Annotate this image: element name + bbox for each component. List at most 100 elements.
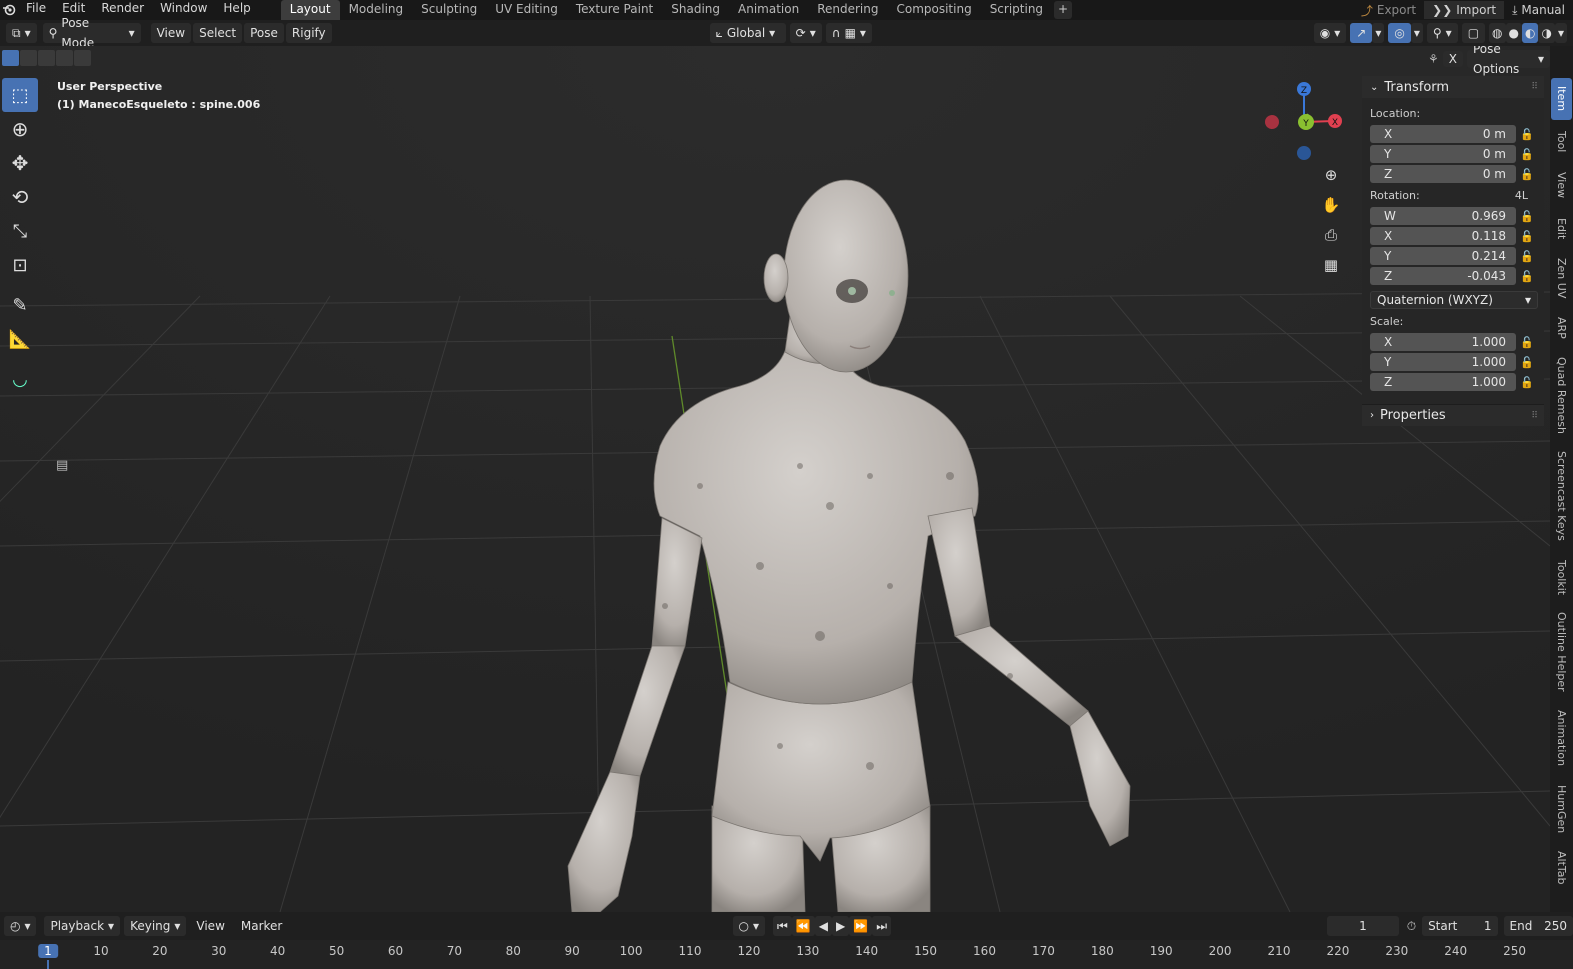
location-z-field[interactable]: Z0 m: [1370, 165, 1516, 183]
lock-icon[interactable]: 🔓: [1516, 210, 1538, 223]
transform-header[interactable]: ⌄ Transform ⠿: [1362, 76, 1544, 98]
tab-quad-remesh[interactable]: Quad Remesh: [1551, 352, 1572, 438]
lock-icon[interactable]: 🔓: [1516, 148, 1538, 161]
mode-selector[interactable]: ⚲ Pose Mode ▾: [42, 16, 141, 50]
tab-sculpting[interactable]: Sculpting: [412, 0, 486, 20]
select-invert-icon[interactable]: [56, 50, 73, 66]
tab-compositing[interactable]: Compositing: [887, 0, 980, 20]
select-box-tool[interactable]: ⬚: [2, 78, 38, 112]
xray-toggle[interactable]: ▢: [1461, 23, 1486, 43]
rotation-z-field[interactable]: Z -0.043: [1370, 267, 1516, 285]
tab-screencast-keys[interactable]: Screencast Keys: [1551, 444, 1572, 548]
shading-rendered[interactable]: ◑: [1538, 23, 1555, 43]
location-x-field[interactable]: X0 m: [1370, 125, 1516, 143]
lock-icon[interactable]: 🔓: [1516, 250, 1538, 263]
menu-marker[interactable]: Marker: [235, 916, 288, 936]
tab-modeling[interactable]: Modeling: [340, 0, 413, 20]
menu-playback[interactable]: Playback ▾: [44, 916, 121, 936]
auto-keying-toggle[interactable]: ○ ▾: [732, 916, 766, 936]
shading-solid[interactable]: ●: [1505, 23, 1522, 43]
frame-ruler[interactable]: 1 10 20 30 40 50 60 70 80 90 100 110 120 130 140 150 160…: [0, 940, 1573, 969]
tab-uv-editing[interactable]: UV Editing: [486, 0, 567, 20]
overlays-toggle[interactable]: ◎: [1388, 23, 1411, 43]
shading-material[interactable]: ◐: [1522, 23, 1539, 43]
camera-icon[interactable]: ⎙: [1320, 226, 1342, 248]
tab-zen-uv[interactable]: Zen UV: [1551, 252, 1572, 304]
lock-icon[interactable]: 🔓: [1516, 376, 1538, 389]
scale-tool[interactable]: ⤡: [2, 214, 38, 248]
menu-view[interactable]: View: [150, 23, 192, 43]
properties-header[interactable]: › Properties ⠿: [1362, 404, 1544, 426]
start-frame-field[interactable]: Start 1: [1422, 916, 1498, 936]
add-workspace-icon[interactable]: +: [1054, 1, 1073, 19]
editor-type-button[interactable]: ⧉ ▾: [6, 23, 37, 43]
manual-button[interactable]: ⤓ Manual: [1504, 3, 1573, 18]
tab-view[interactable]: View: [1551, 166, 1572, 204]
drag-handle-icon[interactable]: ⠿: [1531, 82, 1538, 92]
tab-animation-side[interactable]: Animation: [1551, 702, 1572, 774]
tab-arp[interactable]: ARP: [1551, 310, 1572, 346]
rotation-y-field[interactable]: Y 0.214: [1370, 247, 1516, 265]
tab-edit[interactable]: Edit: [1551, 210, 1572, 248]
tab-humgen[interactable]: HumGen: [1551, 780, 1572, 838]
rotation-mode-dropdown[interactable]: Quaternion (WXYZ) ▾: [1370, 291, 1538, 309]
gizmo-toggle[interactable]: ↗: [1350, 23, 1373, 43]
lock-icon[interactable]: 🔓: [1516, 168, 1538, 181]
blender-logo-icon[interactable]: [0, 4, 18, 16]
select-subtract-icon[interactable]: [38, 50, 55, 66]
current-frame-marker[interactable]: 1: [38, 944, 58, 958]
measure-tool[interactable]: 📐: [2, 322, 38, 356]
bone-tool[interactable]: ◡: [2, 362, 38, 396]
tab-animation[interactable]: Animation: [729, 0, 808, 20]
lock-icon[interactable]: 🔓: [1516, 230, 1538, 243]
select-intersect-icon[interactable]: [74, 50, 91, 66]
timeline-editor-type[interactable]: ◴ ▾: [3, 916, 37, 936]
pivot-point-selector[interactable]: ⟳ ▾: [789, 23, 822, 43]
3d-viewport[interactable]: User Perspective (1) ManecoEsqueleto : s…: [0, 46, 1550, 912]
jump-end-button[interactable]: ⏭: [872, 916, 892, 936]
rotate-tool[interactable]: ⟲: [2, 180, 38, 214]
gizmo-dropdown[interactable]: ▾: [1372, 23, 1385, 43]
tab-tool[interactable]: Tool: [1551, 124, 1572, 160]
scale-z-field[interactable]: Z 1.000: [1370, 373, 1516, 391]
zoom-icon[interactable]: ⊕: [1320, 166, 1342, 188]
jump-start-button[interactable]: ⏮: [773, 916, 792, 936]
tab-alttab[interactable]: AltTab: [1551, 844, 1572, 892]
current-frame-field[interactable]: 1: [1327, 916, 1399, 936]
pose-options-dropdown[interactable]: Pose Options ▾: [1467, 46, 1550, 76]
next-keyframe-button[interactable]: ⏩: [849, 916, 873, 936]
ortho-grid-icon[interactable]: ▦: [1320, 256, 1342, 278]
menu-file[interactable]: File: [18, 0, 54, 20]
tab-layout[interactable]: Layout: [280, 0, 340, 20]
transform-tool[interactable]: ⊡: [2, 248, 38, 282]
tab-texture-paint[interactable]: Texture Paint: [567, 0, 662, 20]
tab-shading[interactable]: Shading: [662, 0, 729, 20]
transform-orientation-selector[interactable]: ⟀ Global ▾: [709, 23, 786, 43]
preview-range-icon[interactable]: ⏱: [1407, 919, 1416, 934]
lock-icon[interactable]: 🔓: [1516, 356, 1538, 369]
menu-rigify[interactable]: Rigify: [285, 23, 332, 43]
drag-handle-icon[interactable]: ⠿: [1531, 411, 1538, 421]
shading-wireframe[interactable]: ◍: [1489, 23, 1506, 43]
menu-select[interactable]: Select: [193, 23, 243, 43]
tab-item[interactable]: Item: [1551, 78, 1572, 120]
select-extend-icon[interactable]: [20, 50, 37, 66]
pan-hand-icon[interactable]: ✋: [1320, 196, 1342, 218]
mirror-icon[interactable]: ⚘: [1428, 52, 1439, 66]
play-button[interactable]: ▶: [832, 916, 850, 936]
export-button[interactable]: ⤴ Export: [1353, 2, 1424, 19]
lock-icon[interactable]: 🔓: [1516, 336, 1538, 349]
menu-window[interactable]: Window: [152, 0, 215, 20]
tab-outline-helper[interactable]: Outline Helper: [1551, 608, 1572, 696]
rotation-x-field[interactable]: X 0.118: [1370, 227, 1516, 245]
tab-toolkit[interactable]: Toolkit: [1551, 554, 1572, 602]
select-new-icon[interactable]: [2, 50, 19, 66]
rotation-w-field[interactable]: W 0.969: [1370, 207, 1516, 225]
x-mirror-toggle[interactable]: X: [1442, 51, 1463, 67]
bone-overlay-toggle[interactable]: ⚲ ▾: [1426, 23, 1458, 43]
tab-rendering[interactable]: Rendering: [808, 0, 887, 20]
cursor-tool[interactable]: ⊕: [2, 112, 38, 146]
prev-keyframe-button[interactable]: ⏪: [791, 916, 815, 936]
menu-timeline-view[interactable]: View: [190, 916, 230, 936]
location-y-field[interactable]: Y0 m: [1370, 145, 1516, 163]
